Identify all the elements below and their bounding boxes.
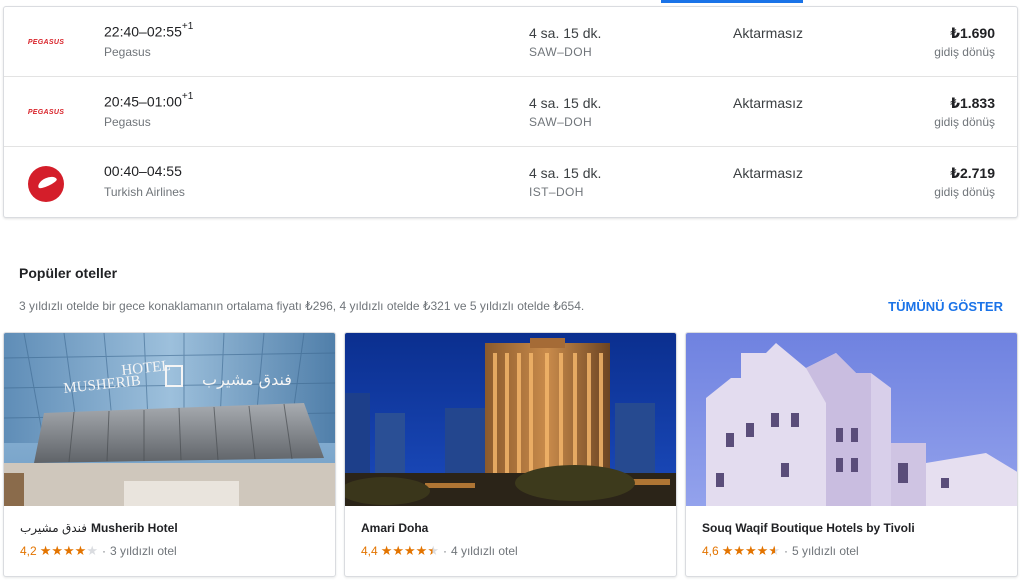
rating-value: 4,2 xyxy=(20,544,37,558)
turkish-airlines-logo-icon xyxy=(24,166,68,202)
flight-times: 20:45–01:00+1 xyxy=(104,91,194,110)
flight-row[interactable]: PEGASUS 22:40–02:55+1 Pegasus 4 sa. 15 d… xyxy=(4,7,1017,77)
flight-row[interactable]: PEGASUS 20:45–01:00+1 Pegasus 4 sa. 15 d… xyxy=(4,77,1017,147)
show-all-link[interactable]: TÜMÜNÜ GÖSTER xyxy=(888,299,1003,314)
flight-price-note: gidiş dönüş xyxy=(934,185,995,199)
flight-price: ₺2.719 xyxy=(950,165,995,181)
popular-hotels-title: Popüler oteller xyxy=(19,265,118,281)
hotel-photo xyxy=(345,333,676,506)
airline-name: Turkish Airlines xyxy=(104,185,185,199)
hotel-class: 3 yıldızlı otel xyxy=(109,544,177,558)
separator-dot: · xyxy=(442,544,447,558)
flight-route: SAW–DOH xyxy=(529,45,593,59)
flight-price: ₺1.690 xyxy=(950,25,995,41)
airline-name: Pegasus xyxy=(104,45,151,59)
flight-duration: 4 sa. 15 dk. xyxy=(529,95,602,111)
hotel-class: 5 yıldızlı otel xyxy=(791,544,859,558)
svg-text:فندق مشيرب: فندق مشيرب xyxy=(202,370,292,390)
flight-time-range: 22:40–02:55 xyxy=(104,23,182,40)
star-rating-icon: ★★★★★ xyxy=(380,543,439,558)
flight-duration: 4 sa. 15 dk. xyxy=(529,165,602,181)
flight-stops: Aktarmasız xyxy=(733,165,804,181)
day-offset: +1 xyxy=(181,91,194,102)
flight-results-list: PEGASUS 22:40–02:55+1 Pegasus 4 sa. 15 d… xyxy=(3,6,1018,218)
separator-dot: · xyxy=(101,544,106,558)
flight-time-range: 20:45–01:00 xyxy=(104,93,182,110)
popular-hotels-description: 3 yıldızlı otelde bir gece konaklamanın … xyxy=(19,299,585,313)
hotel-card[interactable]: HOTEL MUSHERIB فندق مشيرب فندق مشيرب Mush… xyxy=(3,332,336,577)
flight-times: 22:40–02:55+1 xyxy=(104,21,194,40)
pegasus-logo-mark: PEGASUS xyxy=(27,108,65,116)
hotel-class: 4 yıldızlı otel xyxy=(450,544,518,558)
hotel-arabic-name: فندق مشيرب xyxy=(20,521,87,535)
day-offset: +1 xyxy=(181,21,194,32)
flight-stops: Aktarmasız xyxy=(733,95,804,111)
flight-route: SAW–DOH xyxy=(529,115,593,129)
flight-price: ₺1.833 xyxy=(950,95,995,111)
selected-tab-indicator xyxy=(661,0,803,3)
hotel-name: Souq Waqif Boutique Hotels by Tivoli xyxy=(702,521,915,535)
hotel-name: Amari Doha xyxy=(361,521,429,535)
flight-price-note: gidiş dönüş xyxy=(934,45,995,59)
hotel-rating: 4,6 ★★★★★ · 5 yıldızlı otel xyxy=(702,543,859,559)
hotel-latin-name: Musherib Hotel xyxy=(90,521,178,535)
hotel-photo: HOTEL MUSHERIB فندق مشيرب xyxy=(4,333,335,506)
pegasus-logo-icon: PEGASUS xyxy=(24,97,68,127)
flight-duration: 4 sa. 15 dk. xyxy=(529,25,602,41)
separator-dot: · xyxy=(783,544,788,558)
pegasus-logo-mark: PEGASUS xyxy=(27,38,65,46)
hotel-name: فندق مشيرب Musherib Hotel xyxy=(20,521,178,535)
flight-row[interactable]: 00:40–04:55 Turkish Airlines 4 sa. 15 dk… xyxy=(4,147,1017,217)
flight-stops: Aktarmasız xyxy=(733,25,804,41)
flight-price-note: gidiş dönüş xyxy=(934,115,995,129)
flight-route: IST–DOH xyxy=(529,185,584,199)
rating-value: 4,4 xyxy=(361,544,378,558)
hotel-rating: 4,2 ★★★★★ · 3 yıldızlı otel xyxy=(20,543,177,559)
pegasus-logo-icon: PEGASUS xyxy=(24,27,68,57)
star-rating-icon: ★★★★★ xyxy=(721,543,780,558)
rating-value: 4,6 xyxy=(702,544,719,558)
star-rating-icon: ★★★★★ xyxy=(39,543,98,558)
hotel-rating: 4,4 ★★★★★ · 4 yıldızlı otel xyxy=(361,543,518,559)
flight-time-range: 00:40–04:55 xyxy=(104,163,182,179)
airline-name: Pegasus xyxy=(104,115,151,129)
hotel-photo xyxy=(686,333,1017,506)
hotel-card[interactable]: Souq Waqif Boutique Hotels by Tivoli 4,6… xyxy=(685,332,1018,577)
hotel-card[interactable]: Amari Doha 4,4 ★★★★★ · 4 yıldızlı otel xyxy=(344,332,677,577)
flight-times: 00:40–04:55 xyxy=(104,163,182,179)
